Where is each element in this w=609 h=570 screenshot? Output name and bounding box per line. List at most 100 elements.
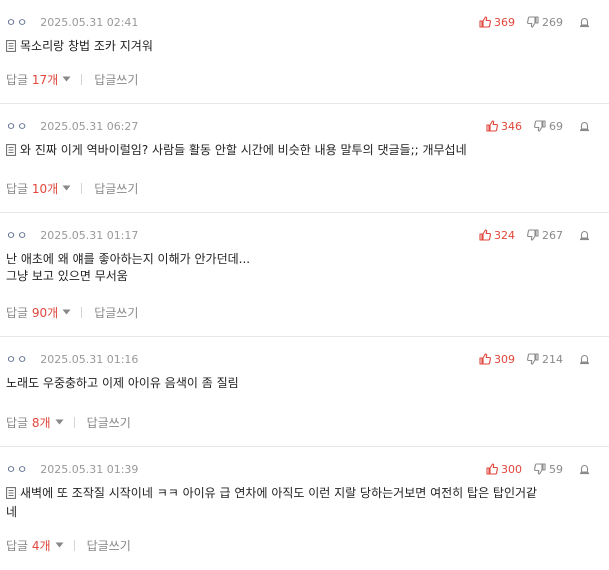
reply-count: 4개 bbox=[31, 538, 51, 553]
comment-text-line: 난 애초에 왜 얘를 좋아하는지 이해가 안가던데... bbox=[6, 251, 593, 268]
reply-label: 답글 bbox=[6, 538, 32, 553]
thumbs-up-icon bbox=[479, 229, 491, 241]
author-nickname[interactable]: ㅇㅇ bbox=[6, 461, 28, 477]
thumbs-down-icon bbox=[534, 463, 546, 475]
comment-actions: 답글 8개 답글쓰기 bbox=[6, 414, 131, 430]
reply-count: 10개 bbox=[31, 181, 59, 196]
report-siren-icon bbox=[579, 229, 590, 241]
comment-text-line: 와 진짜 이게 역바이럴임? 사람들 활동 안할 시간에 비슷한 내용 말투의 … bbox=[6, 142, 593, 161]
comment-list: ㅇㅇ 2025.05.31 02:41 369 269 목소리랑 창법 조카 지겨워답글… bbox=[0, 0, 609, 570]
divider bbox=[81, 306, 83, 318]
thumbs-up-icon bbox=[486, 120, 498, 132]
document-icon bbox=[6, 144, 16, 161]
downvote-count: 69 bbox=[549, 119, 563, 133]
reply-label: 답글 bbox=[6, 305, 32, 320]
comment-meta: ㅇㅇ 2025.05.31 02:41 bbox=[6, 14, 138, 30]
upvote-count: 346 bbox=[501, 119, 522, 133]
write-reply-button[interactable]: 답글쓰기 bbox=[94, 180, 138, 197]
thumbs-down-icon bbox=[527, 16, 539, 28]
downvote-button[interactable]: 267 bbox=[527, 229, 563, 242]
comment-item: ㅇㅇ 2025.05.31 01:16 309 214 노래도 우중충하고 이제 아이유… bbox=[0, 337, 609, 447]
author-nickname[interactable]: ㅇㅇ bbox=[6, 351, 28, 367]
comment-meta: ㅇㅇ 2025.05.31 01:16 bbox=[6, 351, 138, 367]
downvote-button[interactable]: 59 bbox=[534, 463, 563, 476]
comment-date: 2025.05.31 02:41 bbox=[40, 15, 139, 29]
downvote-button[interactable]: 69 bbox=[534, 120, 563, 133]
thumbs-down-icon bbox=[534, 120, 546, 132]
comment-text: 네 bbox=[6, 505, 18, 519]
comment-text: 노래도 우중충하고 이제 아이유 음색이 좀 질림 bbox=[6, 376, 239, 390]
divider bbox=[73, 416, 75, 428]
reply-toggle-button[interactable]: 답글 10개 bbox=[6, 180, 71, 197]
downvote-button[interactable]: 269 bbox=[527, 16, 563, 29]
comment-text: 그냥 보고 있으면 무서움 bbox=[6, 269, 128, 283]
comment-actions: 답글 90개 답글쓰기 bbox=[6, 304, 138, 320]
comment-date: 2025.05.31 01:16 bbox=[40, 352, 139, 366]
comment-body: 와 진짜 이게 역바이럴임? 사람들 활동 안할 시간에 비슷한 내용 말투의 … bbox=[6, 142, 593, 161]
write-reply-button[interactable]: 답글쓰기 bbox=[94, 71, 138, 88]
divider bbox=[73, 539, 75, 551]
comment-text-line: 노래도 우중충하고 이제 아이유 음색이 좀 질림 bbox=[6, 375, 593, 392]
comment-text-line: 그냥 보고 있으면 무서움 bbox=[6, 268, 593, 285]
caret-down-icon bbox=[62, 76, 71, 82]
upvote-button[interactable]: 309 bbox=[479, 353, 515, 366]
vote-bar: 369 269 bbox=[479, 14, 590, 30]
comment-body: 새벽에 또 조작질 시작이네 ㅋㅋ 아이유 급 연차에 아직도 이런 지랄 당하… bbox=[6, 485, 593, 521]
comment-date: 2025.05.31 01:17 bbox=[40, 228, 139, 242]
upvote-button[interactable]: 300 bbox=[486, 463, 522, 476]
comment-date: 2025.05.31 06:27 bbox=[40, 119, 139, 133]
caret-down-icon bbox=[55, 419, 64, 425]
report-button[interactable] bbox=[579, 229, 590, 241]
vote-bar: 324 267 bbox=[479, 227, 590, 243]
upvote-button[interactable]: 369 bbox=[479, 16, 515, 29]
comment-date: 2025.05.31 01:39 bbox=[40, 462, 139, 476]
author-nickname[interactable]: ㅇㅇ bbox=[6, 14, 28, 30]
thumbs-up-icon bbox=[479, 353, 491, 365]
report-button[interactable] bbox=[579, 353, 590, 365]
comment-text: 난 애초에 왜 얘를 좋아하는지 이해가 안가던데... bbox=[6, 252, 251, 266]
report-siren-icon bbox=[579, 353, 590, 365]
reply-count: 90개 bbox=[31, 305, 59, 320]
reply-toggle-button[interactable]: 답글 17개 bbox=[6, 71, 71, 88]
downvote-count: 269 bbox=[542, 15, 563, 29]
comment-text: 목소리랑 창법 조카 지겨워 bbox=[20, 39, 153, 53]
upvote-count: 369 bbox=[494, 15, 515, 29]
comment-body: 목소리랑 창법 조카 지겨워 bbox=[6, 38, 593, 57]
comment-actions: 답글 4개 답글쓰기 bbox=[6, 537, 131, 553]
report-siren-icon bbox=[579, 16, 590, 28]
document-icon bbox=[6, 487, 16, 504]
thumbs-up-icon bbox=[486, 463, 498, 475]
thumbs-down-icon bbox=[527, 353, 539, 365]
divider bbox=[81, 73, 83, 85]
comment-meta: ㅇㅇ 2025.05.31 06:27 bbox=[6, 118, 138, 134]
report-button[interactable] bbox=[579, 16, 590, 28]
downvote-count: 59 bbox=[549, 462, 563, 476]
upvote-count: 309 bbox=[494, 352, 515, 366]
author-nickname[interactable]: ㅇㅇ bbox=[6, 227, 28, 243]
thumbs-up-icon bbox=[479, 16, 491, 28]
write-reply-button[interactable]: 답글쓰기 bbox=[87, 537, 131, 554]
report-button[interactable] bbox=[579, 463, 590, 475]
comment-body: 노래도 우중충하고 이제 아이유 음색이 좀 질림 bbox=[6, 375, 593, 392]
write-reply-button[interactable]: 답글쓰기 bbox=[87, 414, 131, 431]
upvote-count: 300 bbox=[501, 462, 522, 476]
document-icon bbox=[6, 40, 16, 57]
comment-meta: ㅇㅇ 2025.05.31 01:17 bbox=[6, 227, 138, 243]
upvote-count: 324 bbox=[494, 228, 515, 242]
upvote-button[interactable]: 346 bbox=[486, 120, 522, 133]
comment-body: 난 애초에 왜 얘를 좋아하는지 이해가 안가던데... 그냥 보고 있으면 무서… bbox=[6, 251, 593, 285]
reply-label: 답글 bbox=[6, 181, 32, 196]
reply-toggle-button[interactable]: 답글 8개 bbox=[6, 414, 64, 431]
write-reply-button[interactable]: 답글쓰기 bbox=[94, 304, 138, 321]
report-button[interactable] bbox=[579, 120, 590, 132]
author-nickname[interactable]: ㅇㅇ bbox=[6, 118, 28, 134]
upvote-button[interactable]: 324 bbox=[479, 229, 515, 242]
reply-count: 8개 bbox=[31, 415, 51, 430]
downvote-button[interactable]: 214 bbox=[527, 353, 563, 366]
thumbs-down-icon bbox=[527, 229, 539, 241]
reply-count: 17개 bbox=[31, 72, 59, 87]
comment-text-line: 새벽에 또 조작질 시작이네 ㅋㅋ 아이유 급 연차에 아직도 이런 지랄 당하… bbox=[6, 485, 593, 504]
reply-toggle-button[interactable]: 답글 90개 bbox=[6, 304, 71, 321]
caret-down-icon bbox=[55, 542, 64, 548]
reply-toggle-button[interactable]: 답글 4개 bbox=[6, 537, 64, 554]
